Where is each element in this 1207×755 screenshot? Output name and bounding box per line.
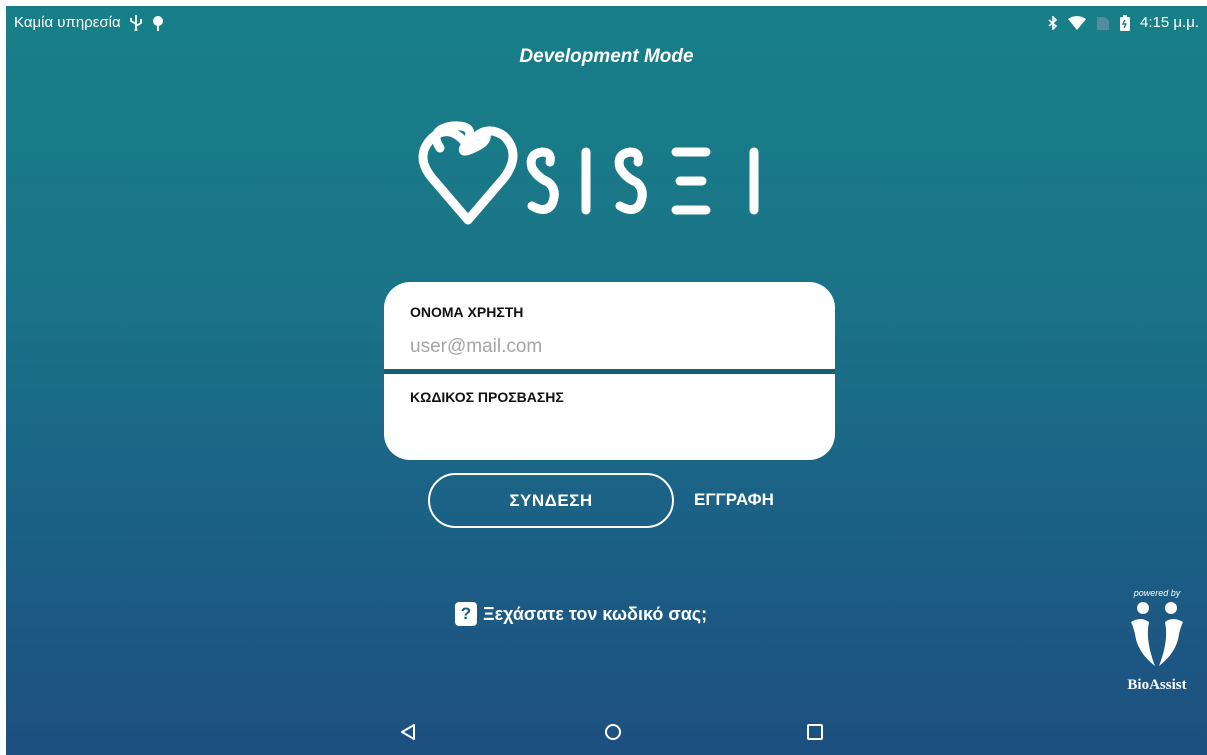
powered-by-label: powered by [1133,588,1181,598]
carrier-text: Καμία υπηρεσία [14,14,121,31]
navigation-bar [6,709,1207,755]
password-label: ΚΩΔΙΚΟΣ ΠΡΟΣΒΑΣΗΣ [410,389,564,405]
recents-icon[interactable] [800,717,830,747]
username-input[interactable] [410,332,810,362]
status-bar-left: Καμία υπηρεσία [14,14,165,31]
bioassist-name: BioAssist [1127,677,1187,693]
status-bar-right: 4:15 μ.μ. [1048,14,1199,31]
bioassist-logo-icon [1131,602,1183,666]
login-button-label: ΣΥΝΔΕΣΗ [509,490,593,510]
heart-stethoscope-icon [418,121,518,225]
forgot-password-link[interactable]: ? Ξεχάσατε τον κωδικό σας; [455,602,707,626]
login-screen: Καμία υπηρεσία 4:15 μ.μ. Development Mod… [6,6,1207,755]
back-icon[interactable] [393,717,423,747]
bioassist-branding: powered by BioAssist [1112,588,1202,708]
register-button[interactable]: ΕΓΓΡΑΦΗ [694,490,774,510]
bluetooth-icon [1048,15,1058,30]
android-debug-icon [151,15,165,31]
home-icon[interactable] [598,717,628,747]
username-label: ΟΝΟΜΑ ΧΡΗΣΤΗ [410,304,524,320]
app-logo [418,116,798,226]
usb-icon [129,14,143,31]
login-button[interactable]: ΣΥΝΔΕΣΗ [428,473,674,528]
development-mode-label: Development Mode [519,46,694,67]
battery-icon [1120,14,1131,31]
field-divider [384,369,835,374]
status-time: 4:15 μ.μ. [1140,14,1199,31]
wifi-icon [1068,15,1087,30]
no-sim-icon [1096,15,1110,31]
forgot-password-label: Ξεχάσατε τον κωδικό σας; [483,603,708,624]
password-input[interactable] [410,415,810,445]
login-card: ΟΝΟΜΑ ΧΡΗΣΤΗ ΚΩΔΙΚΟΣ ΠΡΟΣΒΑΣΗΣ [384,282,835,460]
question-icon: ? [455,602,477,626]
